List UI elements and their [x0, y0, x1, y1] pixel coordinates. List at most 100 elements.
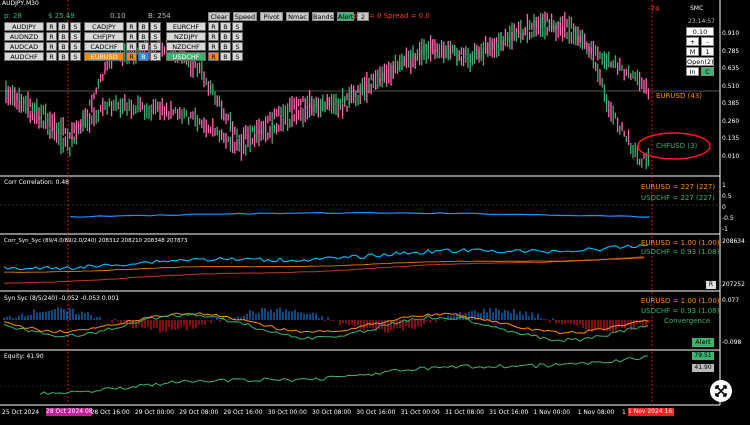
- audchf-r-button[interactable]: R: [46, 52, 57, 61]
- in-button[interactable]: In: [686, 67, 699, 76]
- cadchf-s-button[interactable]: S: [150, 42, 161, 51]
- time-highlight-left: 28 Oct 2024 08:00: [46, 408, 92, 416]
- chfjpy-r-button[interactable]: R: [126, 32, 137, 41]
- time-tick-label: 30 Oct 16:00: [356, 409, 396, 416]
- eurchf-s-button[interactable]: S: [232, 22, 243, 31]
- audjpy-s-button[interactable]: S: [70, 22, 81, 31]
- audcad-b-button[interactable]: B: [58, 42, 69, 51]
- minus-button[interactable]: -: [701, 37, 714, 46]
- price-tick-label: 0.385: [722, 100, 740, 107]
- eurusd-b-button[interactable]: B: [138, 52, 149, 61]
- usdchf-b-button[interactable]: B: [220, 52, 231, 61]
- two-button[interactable]: 2: [357, 12, 369, 21]
- osc-usdchf-text: USDCHF = 0.93 (1.08): [641, 307, 720, 315]
- osc-axis-bottom: -0.098: [722, 339, 742, 346]
- eurchf-r-button[interactable]: R: [208, 22, 219, 31]
- symbol-nzdjpy[interactable]: NZDJPY: [166, 32, 206, 41]
- time-tick-label: 1 Nov 00:00: [533, 409, 571, 416]
- syn-axis-top: 208634: [722, 238, 745, 245]
- alert-badge[interactable]: Alert: [692, 338, 714, 347]
- alert-button[interactable]: Alert: [337, 12, 354, 21]
- cadchf-b-button[interactable]: B: [138, 42, 149, 51]
- price-tick-label: 0.635: [722, 65, 740, 72]
- lot-value: 0.10: [110, 12, 126, 20]
- p-label: p: 28: [4, 12, 22, 20]
- pivot-button[interactable]: Pivot: [260, 12, 283, 21]
- audchf-b-button[interactable]: B: [58, 52, 69, 61]
- price-tick-label: 0.785: [722, 47, 740, 55]
- audcad-s-button[interactable]: S: [70, 42, 81, 51]
- time-tick-label: 1 Nov 08:00: [577, 409, 615, 416]
- audchf-s-button[interactable]: S: [70, 52, 81, 61]
- m-value-input[interactable]: 1: [701, 47, 714, 56]
- time-tick-label: 29 Oct 08:00: [179, 409, 219, 416]
- price-tick-label: 0.510: [722, 82, 740, 90]
- corr-tick-label: 1: [722, 182, 726, 189]
- usdchf-r-button[interactable]: R: [208, 52, 219, 61]
- eurusd-s-button[interactable]: S: [150, 52, 161, 61]
- syn-usdchf-text: USDCHF = 0.93 (1.08): [641, 248, 720, 256]
- symbol-chfjpy[interactable]: CHFJPY: [84, 32, 124, 41]
- eurusd-r-button[interactable]: R: [126, 52, 137, 61]
- symbol-eurusd[interactable]: EURUSD: [84, 52, 124, 61]
- symbol-timeframe: AUDJPY,M30: [2, 0, 39, 7]
- eurusd-chart-label: EURUSD (43): [656, 92, 702, 100]
- usdchf-s-button[interactable]: S: [232, 52, 243, 61]
- c-button[interactable]: C: [701, 67, 714, 76]
- chart-window[interactable]: [0, 0, 750, 421]
- cadjpy-r-button[interactable]: R: [126, 22, 137, 31]
- nzdchf-r-button[interactable]: R: [208, 42, 219, 51]
- symbol-audjpy[interactable]: AUDJPY: [4, 22, 44, 31]
- chfjpy-b-button[interactable]: B: [138, 32, 149, 41]
- equity-green-value: 79.51: [692, 352, 714, 360]
- syn-axis-bottom: 207252: [722, 281, 745, 288]
- symbol-cadchf[interactable]: CADCHF: [84, 42, 124, 51]
- symbol-usdchf[interactable]: USDCHF: [166, 52, 206, 61]
- lot-input[interactable]: 0.10: [686, 27, 714, 36]
- r-box[interactable]: R: [706, 281, 716, 289]
- nzdchf-s-button[interactable]: S: [232, 42, 243, 51]
- plus-button[interactable]: +: [686, 37, 699, 46]
- equity-panel-title: Equity: 41.90: [4, 353, 44, 360]
- time-tick-label: 30 Oct 08:00: [312, 409, 352, 416]
- zoom-icon[interactable]: [710, 380, 732, 402]
- cadchf-r-button[interactable]: R: [126, 42, 137, 51]
- nzdjpy-r-button[interactable]: R: [208, 32, 219, 41]
- symbol-nzdchf[interactable]: NZDCHF: [166, 42, 206, 51]
- symbol-audnzd[interactable]: AUDNZD: [4, 32, 44, 41]
- audjpy-b-button[interactable]: B: [58, 22, 69, 31]
- open-orders-button[interactable]: Open(2): [686, 57, 714, 66]
- symbol-cadjpy[interactable]: CADJPY: [84, 22, 124, 31]
- chfjpy-s-button[interactable]: S: [150, 32, 161, 41]
- chart-canvas[interactable]: [0, 0, 750, 421]
- symbol-eurchf[interactable]: EURCHF: [166, 22, 206, 31]
- price-tick-label: 0.010: [722, 152, 740, 160]
- time-tick-label: 31 Oct 16:00: [489, 409, 529, 416]
- smc-logo: SMC: [690, 5, 704, 12]
- osc-axis-top: 0.077: [722, 297, 740, 304]
- audnzd-b-button[interactable]: B: [58, 32, 69, 41]
- nzdchf-b-button[interactable]: B: [220, 42, 231, 51]
- audcad-r-button[interactable]: R: [46, 42, 57, 51]
- audnzd-s-button[interactable]: S: [70, 32, 81, 41]
- nzdjpy-b-button[interactable]: B: [220, 32, 231, 41]
- bands-button[interactable]: Bands: [312, 12, 334, 21]
- symbol-audchf[interactable]: AUDCHF: [4, 52, 44, 61]
- symbol-audcad[interactable]: AUDCAD: [4, 42, 44, 51]
- nzdjpy-s-button[interactable]: S: [232, 32, 243, 41]
- audnzd-r-button[interactable]: R: [46, 32, 57, 41]
- corr-usdchf-text: USDCHF = 227 (227): [641, 194, 715, 202]
- eurchf-b-button[interactable]: B: [220, 22, 231, 31]
- cadjpy-b-button[interactable]: B: [138, 22, 149, 31]
- corr-tick-label: 0.5: [722, 193, 732, 200]
- audjpy-r-button[interactable]: R: [46, 22, 57, 31]
- cadjpy-s-button[interactable]: S: [150, 22, 161, 31]
- time-tick-label: 31 Oct 00:00: [400, 409, 440, 416]
- syn-panel-title: Corr_Syn_Syc (89/4.0/89/2.0/240) 208312 …: [4, 238, 188, 244]
- speed-button[interactable]: Speed: [233, 12, 257, 21]
- close-marker: -74: [648, 5, 660, 13]
- time-highlight-right: 1 Nov 2024 16:00: [628, 408, 674, 416]
- clock-time: 23:14:57: [688, 18, 715, 25]
- clear-button[interactable]: Clear: [208, 12, 230, 21]
- nmac-button[interactable]: Nmac: [286, 12, 309, 21]
